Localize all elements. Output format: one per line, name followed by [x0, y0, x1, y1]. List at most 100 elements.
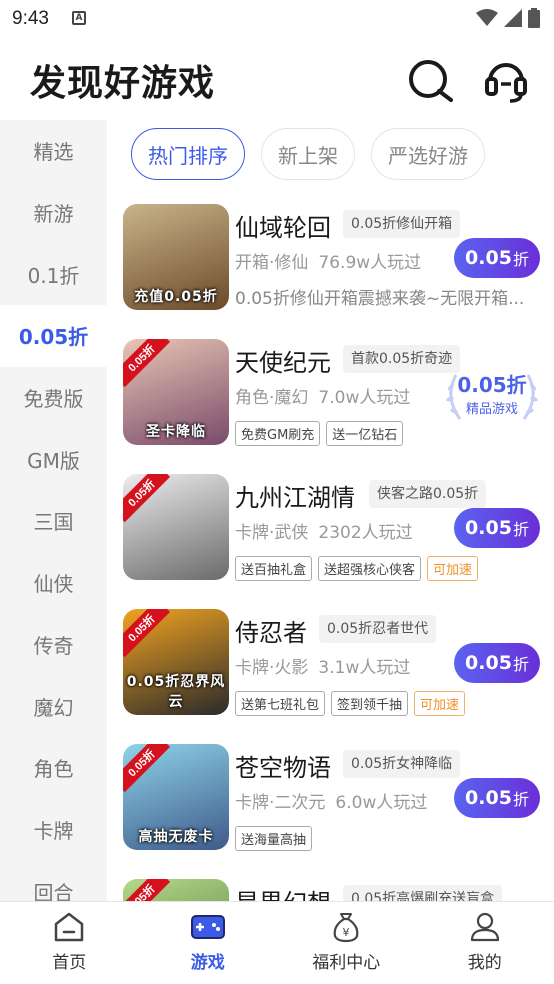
sidebar-item[interactable]: 角色	[0, 737, 107, 799]
wifi-icon	[476, 9, 498, 26]
icon-caption: 圣卡降临	[146, 424, 206, 440]
price-value: 0.05	[465, 652, 512, 674]
sidebar-item[interactable]: 卡牌	[0, 799, 107, 861]
nav-games[interactable]: 游戏	[139, 902, 278, 984]
signal-icon	[504, 9, 522, 27]
discount-badge: 0.05折	[123, 744, 171, 793]
game-players: 6.0w人玩过	[335, 793, 428, 813]
price-button[interactable]: 0.05 折	[454, 778, 540, 818]
nav-label: 首页	[52, 953, 87, 973]
sidebar-item-label: GM版	[27, 448, 80, 473]
search-button[interactable]	[404, 56, 456, 104]
promo-tag: 0.05折忍者世代	[319, 615, 437, 643]
game-genre: 卡牌·二次元	[235, 793, 326, 813]
benefit-tag: 签到领千抽	[331, 691, 409, 716]
tab-new[interactable]: 新上架	[261, 128, 355, 180]
nav-home[interactable]: 首页	[0, 902, 139, 984]
game-meta: 卡牌·火影 3.1w人玩过	[235, 653, 410, 678]
game-card[interactable]: 充值0.05折 仙域轮回 0.05折修仙开箱 开箱·修仙 76.9w人玩过 0.0…	[107, 204, 554, 339]
price-value: 0.05	[465, 247, 512, 269]
game-meta: 开箱·修仙 76.9w人玩过	[235, 248, 421, 273]
game-card[interactable]: 0.05折 高抽无废卡 苍空物语 0.05折女神降临 卡牌·二次元 6.0w人玩过…	[107, 744, 554, 879]
bottom-nav: 首页 游戏 ¥ 福利中心 我的	[0, 901, 554, 984]
promo-tag: 0.05折修仙开箱	[343, 210, 461, 238]
promo-tag: 0.05折高爆刷充送盲盒	[343, 885, 503, 901]
sidebar-item-label: 回合	[33, 880, 74, 901]
search-icon	[409, 60, 453, 102]
discount-badge: 0.05折	[123, 474, 171, 523]
game-meta: 卡牌·武侠 2302人玩过	[235, 518, 413, 543]
sidebar-item-label: 卡牌	[33, 818, 74, 843]
game-icon[interactable]: 0.05折	[123, 879, 229, 901]
game-genre: 开箱·修仙	[235, 253, 309, 273]
discount-badge: 0.05折	[123, 339, 171, 388]
game-meta: 角色·魔幻 7.0w人玩过	[235, 383, 410, 408]
sidebar-item[interactable]: 0.1折	[0, 243, 107, 305]
status-icons	[476, 8, 540, 28]
sidebar-item[interactable]: 仙侠	[0, 552, 107, 614]
speed-tag: 可加速	[427, 556, 479, 581]
sidebar-item[interactable]: 魔幻	[0, 675, 107, 737]
svg-text:¥: ¥	[343, 926, 350, 939]
category-sidebar: 精选 新游 0.1折 0.05折 免费版 GM版 三国 仙侠 传奇 魔幻 角色 …	[0, 120, 107, 901]
game-name: 九州江湖情	[235, 484, 355, 512]
nav-label: 福利中心	[312, 953, 381, 973]
customer-service-button[interactable]	[480, 56, 532, 104]
featured-price: 0.05折	[457, 373, 527, 397]
nav-profile[interactable]: 我的	[416, 902, 554, 984]
sidebar-item-label: 0.1折	[27, 263, 80, 288]
price-button[interactable]: 0.05 折	[454, 643, 540, 683]
sidebar-item-active[interactable]: 0.05折	[0, 305, 107, 367]
profile-icon	[470, 912, 499, 942]
sort-tabs: 热门排序 新上架 严选好游	[131, 128, 485, 180]
battery-icon	[528, 8, 540, 28]
tab-hot[interactable]: 热门排序	[131, 128, 245, 180]
game-players: 3.1w人玩过	[318, 658, 411, 678]
nav-welfare[interactable]: ¥ 福利中心	[277, 902, 416, 984]
game-icon[interactable]: 0.05折 高抽无废卡	[123, 744, 229, 850]
price-unit: 折	[512, 250, 529, 269]
game-meta: 卡牌·二次元 6.0w人玩过	[235, 788, 427, 813]
price-unit: 折	[512, 655, 529, 674]
game-icon[interactable]: 0.05折	[123, 474, 229, 580]
sidebar-item[interactable]: 传奇	[0, 614, 107, 676]
game-genre: 卡牌·火影	[235, 658, 309, 678]
game-genre: 角色·魔幻	[235, 388, 309, 408]
sidebar-item[interactable]: 精选	[0, 120, 107, 182]
game-card[interactable]: 0.05折 圣卡降临 天使纪元 首款0.05折奇迹 角色·魔幻 7.0w人玩过 免…	[107, 339, 554, 474]
game-card[interactable]: 0.05折 0.05折忍界风云 侍忍者 0.05折忍者世代 卡牌·火影 3.1w人…	[107, 609, 554, 744]
game-card[interactable]: 0.05折 九州江湖情 侠客之路0.05折 卡牌·武侠 2302人玩过 送百抽礼盒…	[107, 474, 554, 609]
game-icon[interactable]: 充值0.05折	[123, 204, 229, 310]
sidebar-item[interactable]: 免费版	[0, 367, 107, 429]
promo-tag: 侠客之路0.05折	[369, 480, 487, 508]
sidebar-item-label: 免费版	[23, 387, 84, 412]
featured-badge[interactable]: 0.05折 精品游戏	[442, 365, 542, 425]
benefit-tag: 送海量高抽	[235, 826, 313, 851]
game-players: 7.0w人玩过	[318, 388, 411, 408]
featured-label: 精品游戏	[465, 402, 518, 417]
price-button[interactable]: 0.05 折	[454, 238, 540, 278]
game-icon[interactable]: 0.05折 圣卡降临	[123, 339, 229, 445]
game-content: 热门排序 新上架 严选好游 充值0.05折 仙域轮回 0.05折修仙开箱 开箱·…	[107, 120, 554, 901]
gamepad-icon	[190, 915, 225, 939]
benefit-tag: 免费GM刷充	[235, 421, 321, 446]
price-button[interactable]: 0.05 折	[454, 508, 540, 548]
benefit-tag: 送百抽礼盒	[235, 556, 313, 581]
money-bag-icon: ¥	[333, 913, 359, 943]
sidebar-item[interactable]: 新游	[0, 182, 107, 244]
discount-badge: 0.05折	[123, 609, 171, 658]
benefit-tag: 送超强核心侠客	[318, 556, 422, 581]
sidebar-item[interactable]: 三国	[0, 490, 107, 552]
game-card[interactable]: 0.05折 星界幻想 0.05折高爆刷充送盲盒	[107, 879, 554, 901]
sidebar-item[interactable]: GM版	[0, 428, 107, 490]
sidebar-item-label: 传奇	[33, 633, 74, 658]
header: 发现好游戏	[0, 38, 554, 120]
sidebar-item[interactable]: 回合	[0, 860, 107, 901]
game-icon[interactable]: 0.05折 0.05折忍界风云	[123, 609, 229, 715]
tab-curated[interactable]: 严选好游	[371, 128, 485, 180]
game-name: 星界幻想	[235, 883, 331, 901]
game-name: 侍忍者	[235, 619, 307, 647]
benefit-tags: 送第七班礼包 签到领千抽 可加速	[235, 691, 466, 716]
home-icon	[55, 912, 84, 942]
sidebar-item-label: 魔幻	[33, 695, 74, 720]
